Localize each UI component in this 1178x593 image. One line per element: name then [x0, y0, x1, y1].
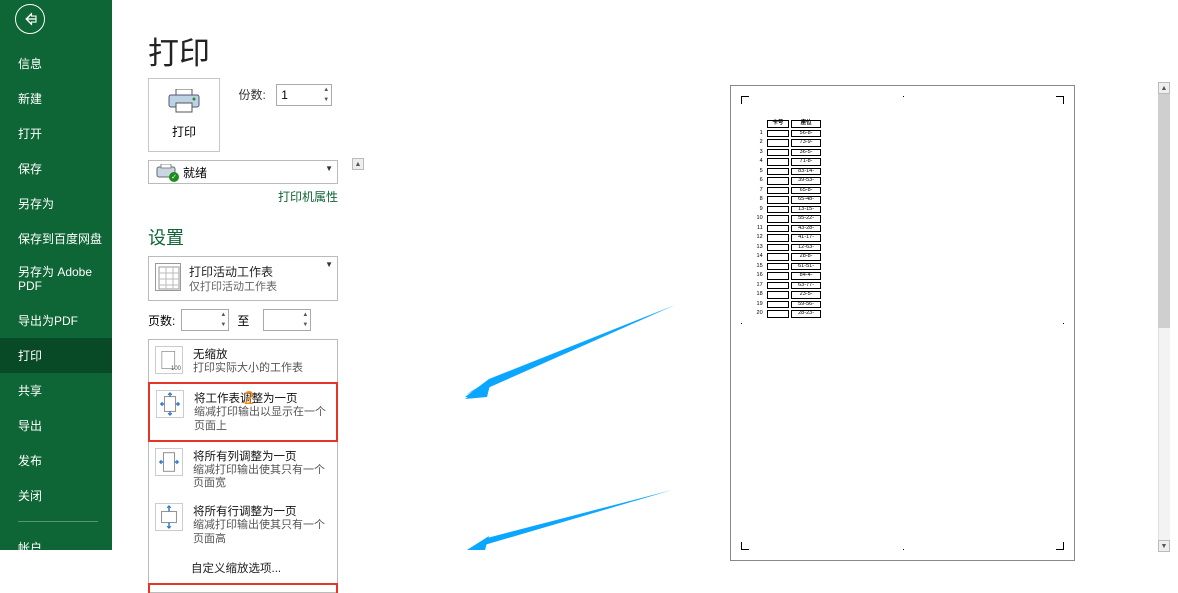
- fit-sheet-icon: [156, 390, 184, 418]
- scaling-item-title: 将工作表调整为一页: [194, 390, 330, 406]
- nav-save-adobe-pdf[interactable]: 另存为 Adobe PDF: [0, 256, 112, 303]
- print-what-subtitle: 仅打印活动工作表: [189, 280, 277, 294]
- scaling-fit-rows[interactable]: 将所有行调整为一页 缩减打印输出使其只有一个页面高: [149, 497, 337, 553]
- scaling-bottom-highlight: [148, 583, 338, 593]
- scaling-item-subtitle: 缩减打印输出使其只有一个页面高: [193, 519, 331, 547]
- nav-publish[interactable]: 发布: [0, 443, 112, 478]
- crop-mark: [1056, 542, 1064, 550]
- spin-down[interactable]: ▼: [300, 320, 310, 330]
- page-to-spinner[interactable]: ▲▼: [263, 309, 311, 331]
- nav-export[interactable]: 导出: [0, 408, 112, 443]
- nav-info[interactable]: 信息: [0, 46, 112, 81]
- spin-down[interactable]: ▼: [218, 320, 228, 330]
- print-button[interactable]: 打印: [148, 78, 220, 152]
- nav-save[interactable]: 保存: [0, 151, 112, 186]
- copies-spin-up[interactable]: ▲: [321, 85, 331, 95]
- nav-export-pdf[interactable]: 导出为PDF: [0, 303, 112, 338]
- nav-save-baidu[interactable]: 保存到百度网盘: [0, 221, 112, 256]
- page-range-row: 页数: ▲▼ 至 ▲▼: [148, 309, 458, 331]
- dropdown-caret-icon: ▼: [325, 260, 333, 269]
- crop-mark: [741, 542, 749, 550]
- nav-close[interactable]: 关闭: [0, 478, 112, 513]
- nav-divider: [18, 521, 98, 522]
- copies-label: 份数:: [238, 88, 265, 102]
- nav-account[interactable]: 帐户: [0, 530, 112, 565]
- copies-input[interactable]: [277, 85, 321, 105]
- crop-mark: [741, 323, 747, 324]
- scaling-item-title: 无缩放: [193, 346, 303, 362]
- print-what-title: 打印活动工作表: [189, 263, 277, 280]
- dropdown-caret-icon: ▼: [325, 164, 333, 173]
- crop-mark: [741, 96, 749, 104]
- scaling-custom[interactable]: 自定义缩放选项...: [149, 553, 337, 583]
- crop-mark: [1056, 96, 1064, 104]
- scaling-item-title: 将所有行调整为一页: [193, 503, 331, 519]
- crop-mark: [1058, 323, 1064, 324]
- nav-print[interactable]: 打印: [0, 338, 112, 373]
- printer-status-text: 就绪: [183, 164, 331, 181]
- copies-spin-down[interactable]: ▼: [321, 95, 331, 105]
- scaling-item-subtitle: 缩减打印输出以显示在一个页面上: [194, 406, 330, 434]
- page-from-spinner[interactable]: ▲▼: [181, 309, 229, 331]
- scaling-item-subtitle: 缩减打印输出使其只有一个页面宽: [193, 464, 331, 492]
- copies-spinner[interactable]: ▲ ▼: [276, 84, 332, 106]
- back-button[interactable]: [15, 4, 45, 34]
- print-preview-area: ▲ ▼ 卡号座位1 56-8-2 73-9-3 36-5-4 71-8-5 83…: [710, 78, 1170, 550]
- settings-heading: 设置: [148, 224, 458, 250]
- crop-mark: [903, 544, 904, 550]
- scaling-dropdown-list: 100 无缩放 打印实际大小的工作表 将工作表调整为一页 缩减打印输出以显示在一…: [148, 339, 338, 592]
- print-button-label: 打印: [149, 123, 219, 140]
- fit-rows-icon: [155, 503, 183, 531]
- crop-mark: [903, 96, 904, 102]
- preview-scroll-down[interactable]: ▼: [1158, 540, 1170, 552]
- preview-scrollbar[interactable]: ▲ ▼: [1158, 82, 1170, 552]
- page-range-label: 页数:: [148, 312, 175, 329]
- printer-status-icon: ✓: [155, 164, 177, 180]
- page-preview: 卡号座位1 56-8-2 73-9-3 36-5-4 71-8-5 83-14-…: [730, 85, 1075, 561]
- scale-100-label: 100: [171, 366, 181, 372]
- scaling-no-scaling[interactable]: 100 无缩放 打印实际大小的工作表: [149, 340, 337, 382]
- nav-share[interactable]: 共享: [0, 373, 112, 408]
- nav-new[interactable]: 新建: [0, 81, 112, 116]
- spin-up[interactable]: ▲: [300, 310, 310, 320]
- fit-columns-icon: [155, 448, 183, 476]
- printer-properties-link[interactable]: 打印机属性: [278, 190, 338, 204]
- settings-scroll-up[interactable]: ▲: [352, 158, 364, 170]
- printer-icon: [167, 89, 201, 113]
- page-title: 打印: [148, 28, 1178, 73]
- annotation-number-2: 2: [244, 388, 254, 409]
- printer-select[interactable]: ✓ 就绪 ▼: [148, 160, 338, 184]
- printer-ready-check-icon: ✓: [169, 172, 179, 182]
- nav-save-as[interactable]: 另存为: [0, 186, 112, 221]
- page-range-to-label: 至: [237, 312, 249, 329]
- preview-scroll-up[interactable]: ▲: [1158, 82, 1170, 94]
- active-sheets-icon: [155, 263, 181, 291]
- scaling-fit-sheet[interactable]: 将工作表调整为一页 缩减打印输出以显示在一个页面上: [148, 382, 338, 442]
- scaling-item-title: 将所有列调整为一页: [193, 448, 331, 464]
- print-what-dropdown[interactable]: 打印活动工作表 仅打印活动工作表 ▼: [148, 256, 338, 301]
- preview-scroll-thumb[interactable]: [1158, 94, 1170, 328]
- scaling-item-subtitle: 打印实际大小的工作表: [193, 362, 303, 376]
- annotation-arrow-1: [465, 305, 675, 400]
- nav-open[interactable]: 打开: [0, 116, 112, 151]
- backstage-sidebar: 信息 新建 打开 保存 另存为 保存到百度网盘 另存为 Adobe PDF 导出…: [0, 0, 112, 550]
- back-arrow-icon: [21, 10, 39, 28]
- no-scaling-icon: 100: [155, 346, 183, 374]
- annotation-arrow-2: [467, 490, 672, 550]
- preview-table: 卡号座位1 56-8-2 73-9-3 36-5-4 71-8-5 83-14-…: [749, 118, 823, 320]
- spin-up[interactable]: ▲: [218, 310, 228, 320]
- scaling-fit-columns[interactable]: 将所有列调整为一页 缩减打印输出使其只有一个页面宽: [149, 442, 337, 498]
